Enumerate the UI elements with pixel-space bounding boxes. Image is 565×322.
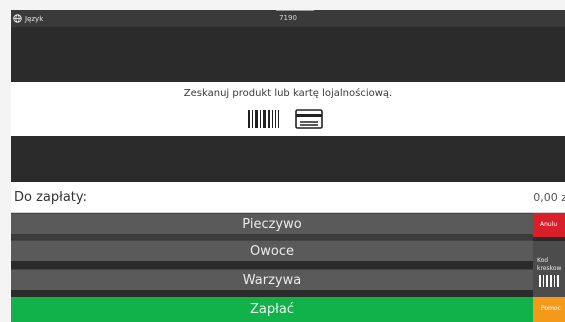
total-bar: Do zapłaty: 0,00 z	[11, 182, 565, 213]
help-label: Pomoc	[541, 305, 561, 312]
category-label: Owoce	[250, 243, 294, 259]
category-button-warzywa[interactable]: Warzywa	[11, 269, 533, 290]
pay-button[interactable]: Zapłać	[11, 297, 533, 322]
small-barcode-icon	[539, 275, 559, 287]
scan-prompt-text: Zeskanuj produkt lub kartę lojalnościową…	[183, 88, 393, 99]
cancel-label: Anulu	[540, 221, 558, 228]
barcode-icon	[248, 110, 279, 128]
scan-icons	[247, 109, 323, 129]
barcode-label-line2: kreskow	[537, 265, 562, 272]
cancel-button[interactable]: Anulu	[533, 213, 565, 237]
total-label: Do zapłaty:	[14, 190, 88, 205]
terminal-number: 7190	[279, 14, 297, 22]
enter-barcode-button[interactable]: Kod kreskow	[533, 241, 565, 297]
header-area	[11, 27, 565, 82]
product-list-area	[11, 136, 565, 182]
loyalty-card-icon	[295, 109, 323, 129]
category-button-pieczywo[interactable]: Pieczywo	[11, 213, 533, 234]
total-amount: 0,00 z	[533, 191, 565, 204]
top-bar: Język 7190	[11, 10, 565, 27]
kiosk-screen: Język 7190 Zeskanuj produkt lub kartę lo…	[11, 10, 565, 322]
category-label: Pieczywo	[242, 216, 302, 232]
category-button-owoce[interactable]: Owoce	[11, 240, 533, 261]
category-label: Warzywa	[242, 272, 302, 288]
pay-button-label: Zapłać	[250, 302, 294, 317]
scan-prompt-area: Zeskanuj produkt lub kartę lojalnościową…	[11, 82, 565, 136]
barcode-button-label: Kod kreskow	[537, 257, 561, 273]
barcode-label-line1: Kod	[537, 257, 549, 264]
help-button[interactable]: Pomoc	[533, 297, 565, 322]
